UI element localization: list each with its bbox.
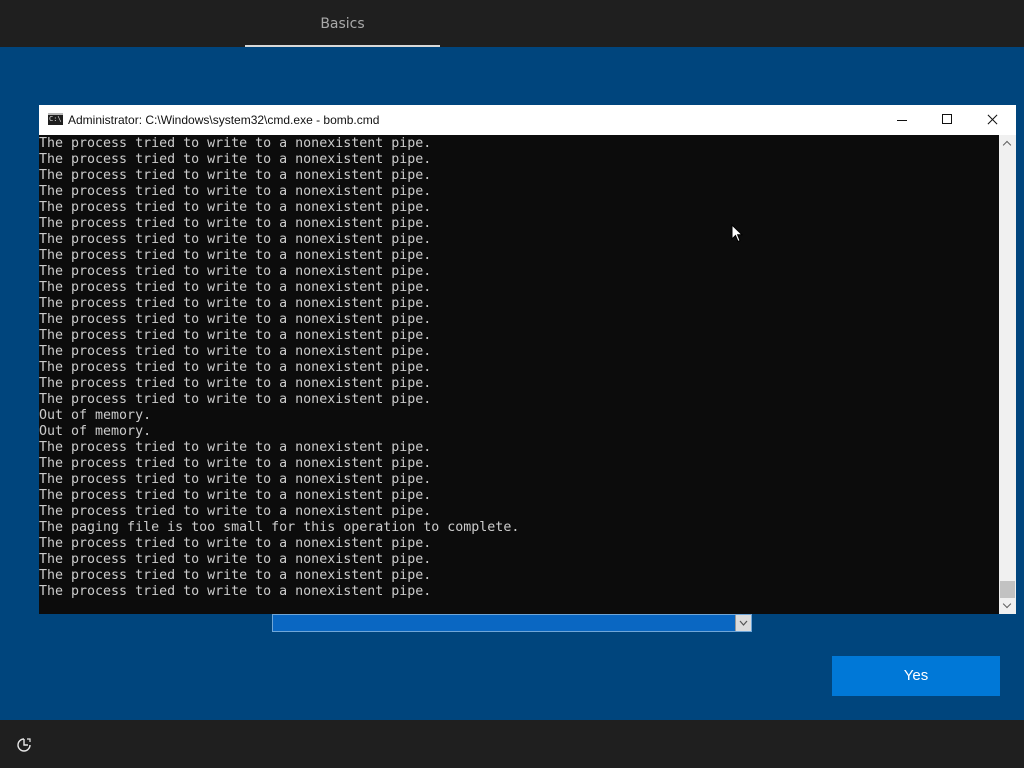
console-line: The process tried to write to a nonexist…: [39, 168, 432, 183]
console-line: The process tried to write to a nonexist…: [39, 552, 432, 567]
minimize-icon[interactable]: [879, 105, 925, 135]
console-line: The process tried to write to a nonexist…: [39, 392, 432, 407]
console-line: The process tried to write to a nonexist…: [39, 296, 432, 311]
console-line: The process tried to write to a nonexist…: [39, 152, 432, 167]
console-line: Out of memory.: [39, 408, 152, 423]
console-line: Out of memory.: [39, 424, 152, 439]
chevron-down-icon[interactable]: [735, 615, 751, 631]
mouse-pointer-icon: [731, 223, 744, 243]
console-line: The process tried to write to a nonexist…: [39, 376, 432, 391]
scroll-down-icon[interactable]: [999, 597, 1016, 614]
console-line: The process tried to write to a nonexist…: [39, 200, 432, 215]
console-line: The process tried to write to a nonexist…: [39, 264, 432, 279]
console-line: The process tried to write to a nonexist…: [39, 472, 432, 487]
console-line: The process tried to write to a nonexist…: [39, 136, 432, 151]
accessibility-icon[interactable]: [15, 736, 33, 754]
console-line: The process tried to write to a nonexist…: [39, 488, 432, 503]
setup-header: Basics: [0, 0, 1024, 47]
yes-button[interactable]: Yes: [832, 656, 1000, 696]
console-line: The process tried to write to a nonexist…: [39, 440, 432, 455]
tab-active-indicator: [245, 45, 440, 47]
console-line: The paging file is too small for this op…: [39, 520, 520, 535]
console-line: The process tried to write to a nonexist…: [39, 248, 432, 263]
maximize-icon[interactable]: [925, 105, 971, 135]
console-line: The process tried to write to a nonexist…: [39, 456, 432, 471]
console-line: The process tried to write to a nonexist…: [39, 328, 432, 343]
console-line: The process tried to write to a nonexist…: [39, 184, 432, 199]
region-dropdown[interactable]: [272, 614, 752, 632]
cmd-window[interactable]: C:\ Administrator: C:\Windows\system32\c…: [39, 105, 1016, 614]
console-line: The process tried to write to a nonexist…: [39, 232, 432, 247]
console-cursor: [39, 600, 999, 612]
console-line: The process tried to write to a nonexist…: [39, 216, 432, 231]
cmd-app-icon-text: C:\: [49, 115, 62, 123]
console-scrollbar[interactable]: [999, 135, 1016, 614]
scroll-thumb[interactable]: [1000, 581, 1015, 598]
console-line: The process tried to write to a nonexist…: [39, 280, 432, 295]
cmd-titlebar[interactable]: C:\ Administrator: C:\Windows\system32\c…: [39, 105, 1016, 135]
console-output[interactable]: The process tried to write to a nonexist…: [39, 136, 999, 612]
console-line: The process tried to write to a nonexist…: [39, 536, 432, 551]
setup-footer: [0, 720, 1024, 768]
scroll-up-icon[interactable]: [999, 135, 1016, 152]
cmd-app-icon: C:\: [48, 113, 63, 125]
cmd-window-title: Administrator: C:\Windows\system32\cmd.e…: [68, 113, 380, 127]
tab-basics[interactable]: Basics: [245, 0, 440, 47]
close-icon[interactable]: [970, 105, 1016, 135]
console-line: The process tried to write to a nonexist…: [39, 504, 432, 519]
console-line: The process tried to write to a nonexist…: [39, 584, 432, 599]
console-line: The process tried to write to a nonexist…: [39, 344, 432, 359]
console-line: The process tried to write to a nonexist…: [39, 568, 432, 583]
console-line: The process tried to write to a nonexist…: [39, 360, 432, 375]
console-line: The process tried to write to a nonexist…: [39, 312, 432, 327]
